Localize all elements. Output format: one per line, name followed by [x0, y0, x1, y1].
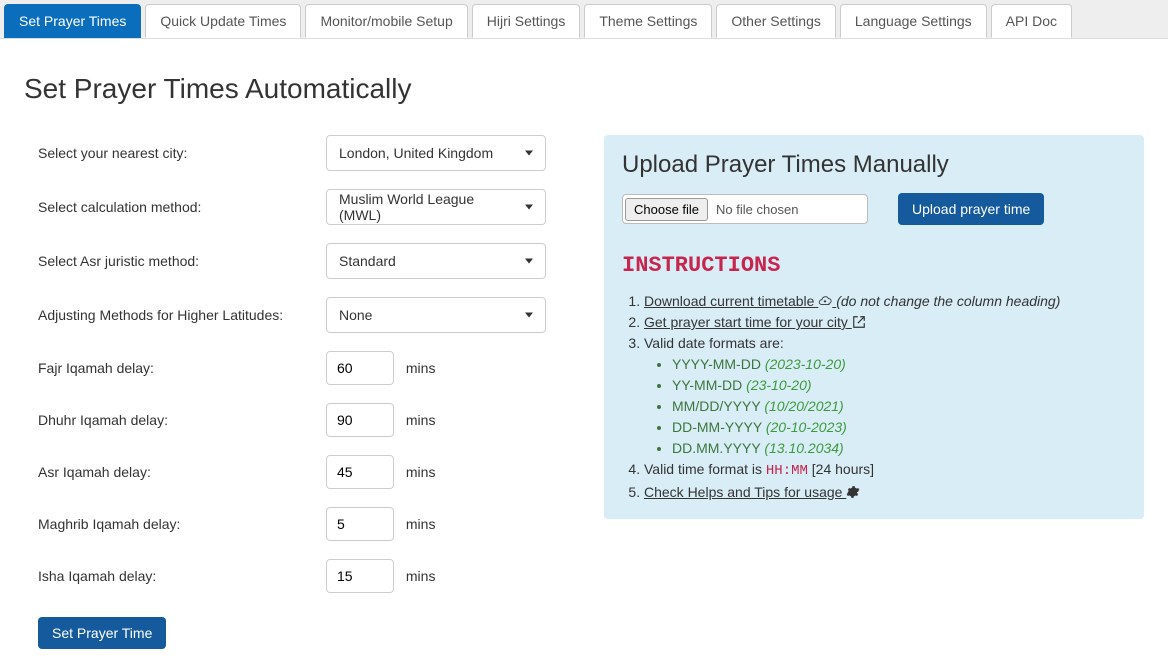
- get-prayer-start-link[interactable]: Get prayer start time for your city: [644, 314, 866, 330]
- upload-button[interactable]: Upload prayer time: [898, 193, 1044, 225]
- asrdelay-delay-input[interactable]: [326, 455, 394, 489]
- page-title: Set Prayer Times Automatically: [24, 73, 1144, 105]
- asr-select[interactable]: Standard: [326, 243, 546, 279]
- chevron-down-icon: [525, 259, 533, 264]
- chevron-down-icon: [525, 205, 533, 210]
- mins-label: mins: [406, 464, 436, 480]
- calc-label: Select calculation method:: [24, 199, 326, 215]
- fajr-delay-input[interactable]: [326, 351, 394, 385]
- isha-delay-input[interactable]: [326, 559, 394, 593]
- tab-theme-settings[interactable]: Theme Settings: [584, 4, 712, 38]
- highlat-select-value: None: [339, 307, 372, 323]
- fajr-delay-label: Fajr Iqamah delay:: [24, 360, 326, 376]
- cloud-download-icon: [818, 294, 832, 308]
- city-select[interactable]: London, United Kingdom: [326, 135, 546, 171]
- tab-monitor-setup[interactable]: Monitor/mobile Setup: [305, 4, 467, 38]
- get-prayer-start-label: Get prayer start time for your city: [644, 314, 852, 330]
- external-link-icon: [852, 315, 866, 329]
- date-format-item: DD.MM.YYYY (13.10.2034): [672, 440, 1126, 456]
- mins-label: mins: [406, 516, 436, 532]
- highlat-select[interactable]: None: [326, 297, 546, 333]
- tab-quick-update[interactable]: Quick Update Times: [145, 4, 301, 38]
- highlat-label: Adjusting Methods for Higher Latitudes:: [24, 307, 326, 323]
- mins-label: mins: [406, 360, 436, 376]
- asrdelay-delay-label: Asr Iqamah delay:: [24, 464, 326, 480]
- set-prayer-time-button[interactable]: Set Prayer Time: [38, 617, 166, 649]
- date-format-item: DD-MM-YYYY (20-10-2023): [672, 419, 1126, 435]
- date-format-item: YYYY-MM-DD (2023-10-20): [672, 356, 1126, 372]
- instructions-heading: INSTRUCTIONS: [622, 253, 780, 278]
- calc-select[interactable]: Muslim World League (MWL): [326, 189, 546, 225]
- date-formats-intro: Valid date formats are:: [644, 335, 784, 351]
- chevron-down-icon: [525, 151, 533, 156]
- time-format-code: HH:MM: [766, 463, 808, 479]
- tab-language-settings[interactable]: Language Settings: [840, 4, 987, 38]
- mins-label: mins: [406, 568, 436, 584]
- chevron-down-icon: [525, 313, 533, 318]
- tab-bar: Set Prayer Times Quick Update Times Moni…: [0, 0, 1168, 39]
- download-timetable-link[interactable]: Download current timetable: [644, 293, 836, 309]
- dhuhr-delay-input[interactable]: [326, 403, 394, 437]
- helps-tips-link[interactable]: Check Helps and Tips for usage: [644, 484, 860, 500]
- dhuhr-delay-label: Dhuhr Iqamah delay:: [24, 412, 326, 428]
- instructions: INSTRUCTIONS Download current timetable …: [622, 253, 1126, 500]
- date-format-item: MM/DD/YYYY (10/20/2021): [672, 398, 1126, 414]
- calc-select-value: Muslim World League (MWL): [339, 191, 515, 223]
- upload-heading: Upload Prayer Times Manually: [622, 151, 1126, 179]
- date-formats-list: YYYY-MM-DD (2023-10-20) YY-MM-DD (23-10-…: [644, 356, 1126, 456]
- time-format-suf: [24 hours]: [808, 461, 874, 477]
- asr-label: Select Asr juristic method:: [24, 253, 326, 269]
- time-format-pre: Valid time format is: [644, 461, 766, 477]
- tab-hijri-settings[interactable]: Hijri Settings: [472, 4, 581, 38]
- city-label: Select your nearest city:: [24, 145, 326, 161]
- maghrib-delay-label: Maghrib Iqamah delay:: [24, 516, 326, 532]
- tab-set-prayer-times[interactable]: Set Prayer Times: [4, 4, 141, 38]
- auto-form: Select your nearest city: London, United…: [24, 135, 584, 649]
- tab-api-doc[interactable]: API Doc: [991, 4, 1072, 38]
- tab-other-settings[interactable]: Other Settings: [716, 4, 836, 38]
- isha-delay-label: Isha Iqamah delay:: [24, 568, 326, 584]
- maghrib-delay-input[interactable]: [326, 507, 394, 541]
- asr-select-value: Standard: [339, 253, 396, 269]
- mins-label: mins: [406, 412, 436, 428]
- upload-panel: Upload Prayer Times Manually Choose file…: [604, 135, 1144, 519]
- date-format-item: YY-MM-DD (23-10-20): [672, 377, 1126, 393]
- file-name-label: No file chosen: [710, 202, 798, 217]
- download-timetable-label: Download current timetable: [644, 293, 818, 309]
- city-select-value: London, United Kingdom: [339, 145, 493, 161]
- file-input[interactable]: Choose file No file chosen: [622, 194, 868, 224]
- helps-tips-label: Check Helps and Tips for usage: [644, 484, 846, 500]
- gear-icon: [846, 485, 860, 499]
- download-note: (do not change the column heading): [836, 293, 1060, 309]
- choose-file-button[interactable]: Choose file: [625, 198, 708, 221]
